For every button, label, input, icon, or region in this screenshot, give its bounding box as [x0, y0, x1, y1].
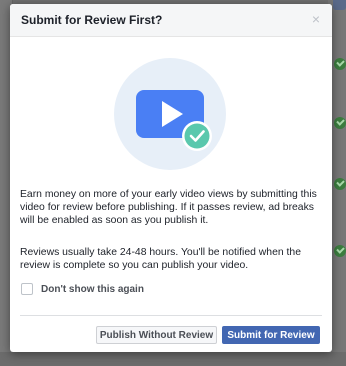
checkmark-icon [182, 121, 212, 151]
close-icon[interactable]: × [310, 12, 322, 26]
dont-show-again-row: Don't show this again [21, 282, 144, 296]
background-check-icon [334, 117, 346, 129]
review-time-paragraph: Reviews usually take 24-48 hours. You'll… [20, 247, 301, 271]
publish-without-review-button[interactable]: Publish Without Review [96, 326, 217, 344]
dont-show-again-label[interactable]: Don't show this again [41, 284, 144, 295]
submit-for-review-dialog: Submit for Review First? × Earn money on… [10, 4, 332, 352]
dont-show-again-checkbox[interactable] [21, 283, 33, 295]
background-bottom-strip [0, 352, 346, 366]
background-check-icon [334, 178, 346, 190]
submit-for-review-button[interactable]: Submit for Review [222, 326, 320, 344]
background-check-icon [334, 245, 346, 257]
dialog-header: Submit for Review First? × [10, 4, 332, 37]
background-top-element [333, 0, 346, 10]
dialog-title: Submit for Review First? [21, 13, 163, 27]
footer-divider [20, 315, 322, 316]
description-paragraph: Earn money on more of your early video v… [20, 189, 317, 226]
video-review-illustration [114, 58, 226, 170]
background-check-icon [334, 58, 346, 70]
